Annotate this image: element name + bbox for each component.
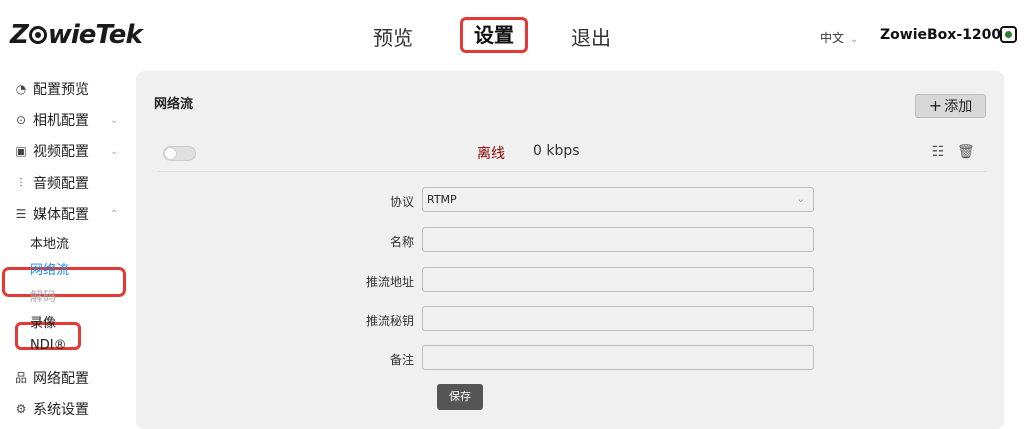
chevron-down-icon: ⌄ — [110, 145, 119, 157]
stream-enable-toggle[interactable] — [163, 146, 196, 161]
page-title: 网络流 — [154, 97, 194, 112]
trash-icon[interactable]: 🗑 — [957, 144, 975, 160]
save-button[interactable]: 保存 — [437, 384, 483, 410]
add-button-label: 添加 — [944, 99, 973, 115]
device-name: ZowieBox-12009 — [880, 27, 1011, 43]
sidebar-item-config-preview[interactable]: ◔ 配置预览 — [14, 79, 89, 99]
zowietek-logo: ZwieTek — [10, 20, 143, 50]
push-url-label: 推流地址 — [365, 275, 414, 289]
protocol-select[interactable]: RTMP ⌄ — [422, 187, 814, 212]
name-label: 名称 — [389, 235, 414, 249]
sub-item-recording[interactable]: 录像 — [30, 312, 56, 331]
sub-item-decode: 解码 — [30, 290, 57, 305]
chevron-down-icon: ⌄ — [796, 194, 805, 205]
sidebar-item-label: 系统设置 — [33, 402, 89, 418]
sidebar-item-system[interactable]: ⚙ 系统设置 — [14, 399, 89, 419]
chevron-up-icon: ⌃ — [110, 208, 119, 220]
sidebar-item-video[interactable]: ▣ 视频配置 ⌄ — [14, 141, 118, 161]
sidebar-item-label: 相机配置 — [33, 113, 89, 129]
gear-icon: ⚙ — [15, 402, 27, 416]
protocol-label: 协议 — [389, 195, 414, 209]
status-badge: 离线 — [477, 146, 505, 162]
language-selector[interactable]: 中文 ⌄ — [820, 29, 858, 46]
push-url-field[interactable] — [422, 267, 814, 292]
bitrate-value: 0 kbps — [533, 143, 580, 159]
gauge-icon: ◔ — [15, 82, 27, 96]
sidebar-item-network[interactable]: 品 网络配置 — [14, 368, 89, 388]
camera-icon[interactable] — [1000, 26, 1017, 43]
sidebar-item-camera[interactable]: ⊙ 相机配置 ⌄ — [14, 110, 118, 130]
note-field[interactable] — [422, 345, 814, 370]
language-label: 中文 — [820, 31, 845, 45]
stream-key-field[interactable] — [422, 306, 814, 331]
network-stream-panel: 网络流 + 添加 离线 0 kbps ☷ 🗑 协议 RTMP ⌄ 名称 推流地址 … — [136, 71, 1004, 429]
sidebar: ◔ 配置预览 ⊙ 相机配置 ⌄ ▣ 视频配置 ⌄ ⫶ 音频配置 ☰ 媒体配置 ⌃… — [0, 70, 135, 429]
media-icon: ☰ — [15, 207, 27, 221]
network-icon: 品 — [14, 371, 27, 385]
nav-logout[interactable]: 退出 — [571, 22, 611, 51]
sidebar-item-label: 媒体配置 — [33, 207, 89, 223]
name-field[interactable] — [422, 227, 814, 252]
sliders-icon[interactable]: ☷ — [930, 144, 946, 160]
chevron-down-icon: ⌄ — [110, 114, 119, 126]
sidebar-item-label: 配置预览 — [33, 82, 89, 98]
sub-item-network-stream[interactable]: 网络流 — [30, 259, 69, 278]
plus-icon: + — [928, 96, 943, 115]
divider — [158, 171, 987, 172]
chevron-down-icon: ⌄ — [850, 34, 859, 45]
sidebar-item-label: 视频配置 — [33, 144, 89, 160]
camera-icon: ⊙ — [15, 113, 27, 127]
nav-settings[interactable]: 设置 — [460, 17, 528, 53]
add-button[interactable]: + 添加 — [915, 94, 986, 118]
sidebar-item-audio[interactable]: ⫶ 音频配置 — [14, 173, 89, 193]
equalizer-icon: ⫶ — [19, 176, 23, 190]
note-label: 备注 — [389, 353, 414, 367]
sidebar-item-label: 音频配置 — [33, 176, 89, 192]
nav-preview[interactable]: 预览 — [373, 22, 413, 51]
sidebar-item-media[interactable]: ☰ 媒体配置 ⌃ — [14, 204, 119, 224]
film-icon: ▣ — [15, 144, 27, 158]
top-header: ZwieTek 预览 设置 退出 中文 ⌄ ZowieBox-12009 — [0, 0, 1024, 70]
protocol-value: RTMP — [427, 193, 457, 206]
sub-item-local-stream[interactable]: 本地流 — [30, 233, 69, 252]
sub-item-ndi[interactable]: NDI® — [30, 338, 67, 353]
stream-key-label: 推流秘钥 — [365, 314, 414, 328]
sidebar-item-label: 网络配置 — [33, 371, 89, 387]
